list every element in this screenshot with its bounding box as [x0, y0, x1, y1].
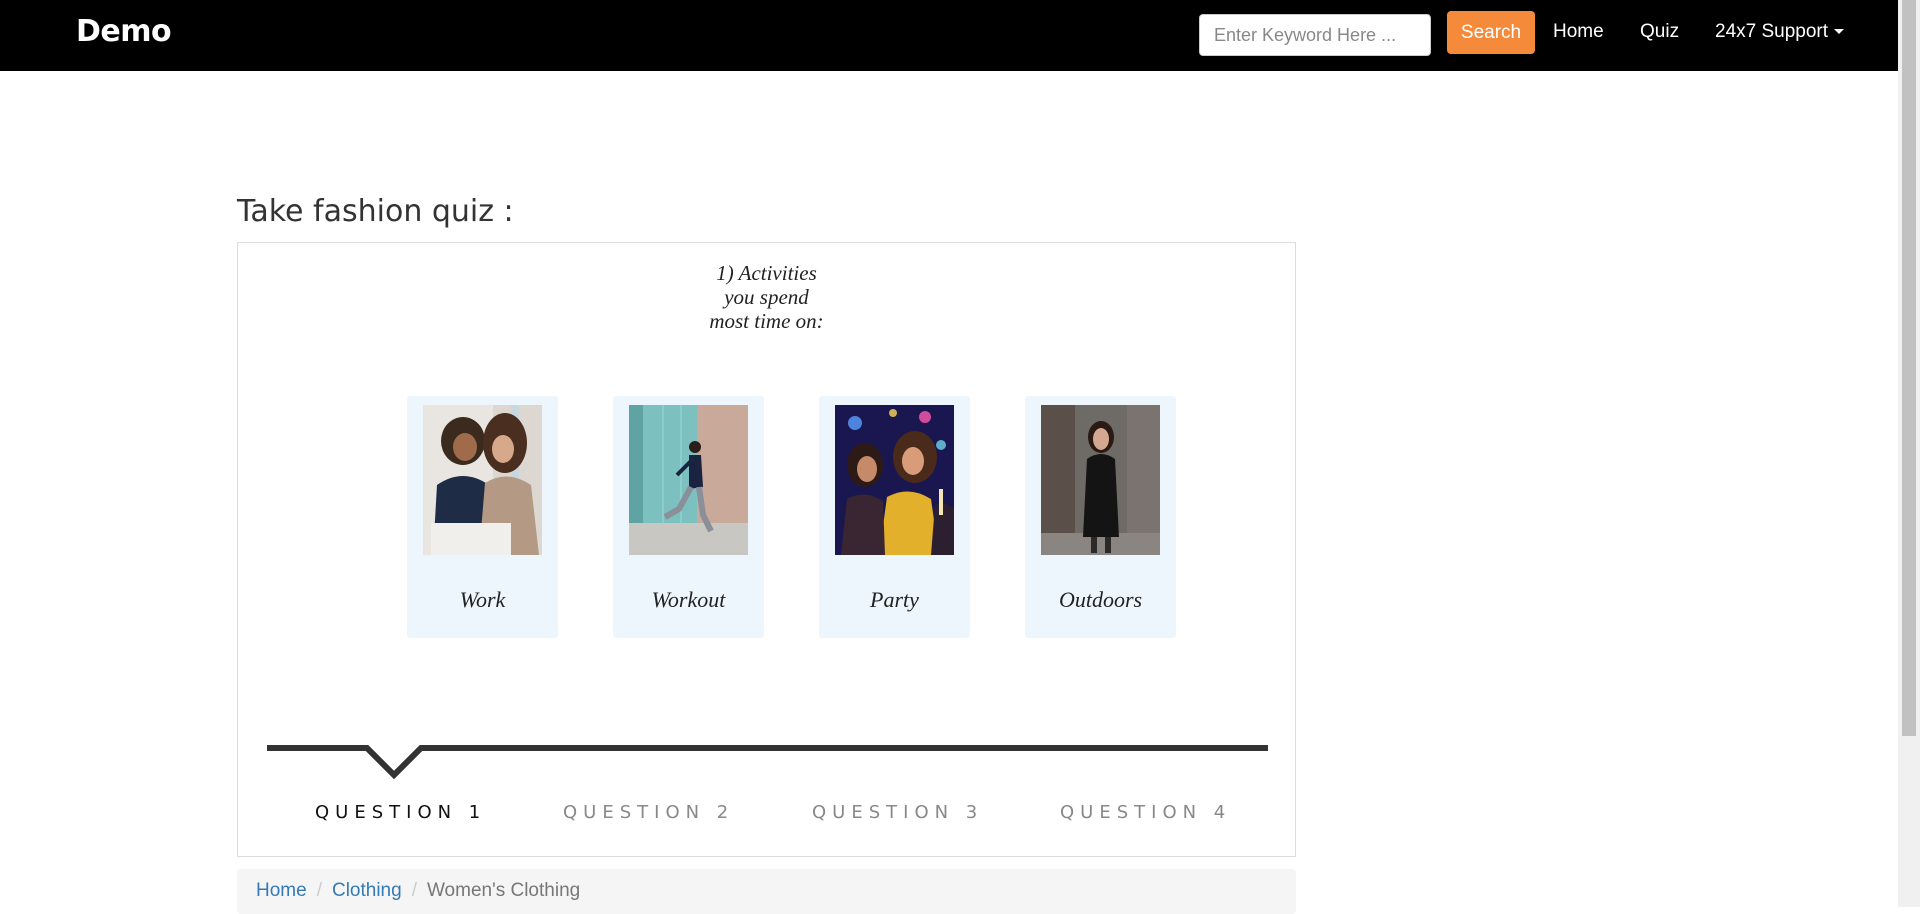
- question-line: you spend: [724, 285, 809, 309]
- step-question-1[interactable]: QUESTION 1: [315, 802, 486, 823]
- option-label: Workout: [651, 587, 726, 612]
- scrollbar-thumb[interactable]: [1902, 0, 1916, 736]
- option-label: Work: [459, 587, 506, 612]
- breadcrumb: Home / Clothing / Women's Clothing: [237, 869, 1296, 914]
- option-label: Outdoors: [1058, 587, 1143, 612]
- work-photo: [423, 405, 542, 555]
- option-card-workout[interactable]: Workout: [613, 396, 764, 638]
- nav-home-link[interactable]: Home: [1553, 21, 1604, 43]
- caret-down-icon: [1834, 29, 1845, 35]
- top-navbar: Demo Search Home Quiz 24x7 Support: [0, 0, 1898, 71]
- search-button[interactable]: Search: [1447, 11, 1535, 54]
- search-input[interactable]: [1199, 14, 1431, 56]
- option-card-party[interactable]: Party: [819, 396, 970, 638]
- step-question-4[interactable]: QUESTION 4: [1060, 802, 1231, 823]
- outdoors-photo: [1041, 405, 1160, 555]
- breadcrumb-home[interactable]: Home: [256, 880, 307, 901]
- question-line: 1) Activities: [716, 261, 817, 285]
- option-card-work[interactable]: Work: [407, 396, 558, 638]
- party-photo: [835, 405, 954, 555]
- workout-photo: [629, 405, 748, 555]
- question-line: most time on:: [709, 309, 824, 333]
- progress-line: [267, 745, 1268, 780]
- step-question-2[interactable]: QUESTION 2: [563, 802, 734, 823]
- nav-support-label: 24x7 Support: [1715, 21, 1829, 42]
- option-label: Party: [870, 587, 919, 612]
- brand-logo[interactable]: Demo: [76, 14, 172, 49]
- question-text: 1) Activities you spend most time on:: [238, 261, 1295, 333]
- step-question-3[interactable]: QUESTION 3: [812, 802, 983, 823]
- nav-support-dropdown[interactable]: 24x7 Support: [1715, 21, 1845, 43]
- quiz-panel: 1) Activities you spend most time on: Wo…: [237, 242, 1296, 857]
- breadcrumb-separator: /: [411, 880, 417, 901]
- breadcrumb-current: Women's Clothing: [426, 880, 581, 901]
- option-card-outdoors[interactable]: Outdoors: [1025, 396, 1176, 638]
- nav-quiz-link[interactable]: Quiz: [1640, 21, 1679, 43]
- breadcrumb-clothing[interactable]: Clothing: [332, 880, 402, 901]
- breadcrumb-separator: /: [316, 880, 322, 901]
- quiz-heading: Take fashion quiz :: [237, 194, 514, 229]
